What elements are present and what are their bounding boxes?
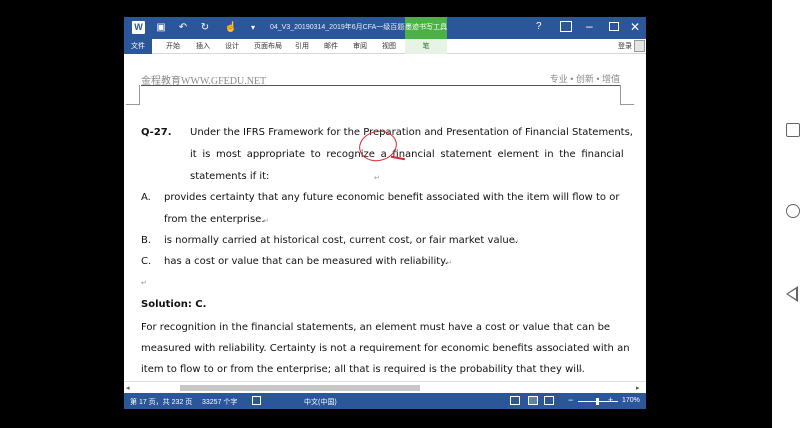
- help-icon[interactable]: ?: [536, 21, 542, 32]
- tab-layout[interactable]: 页面布局: [254, 41, 282, 51]
- return-mark: ↵: [513, 239, 519, 246]
- question-text-line-2: it is most appropriate to recognize a fi…: [190, 149, 624, 160]
- option-a-line-2: from the enterprise.: [164, 214, 265, 225]
- document-title: 04_V3_20190314_2019年6月CFA一级百题班...: [270, 24, 418, 31]
- ribbon-tabs: 文件 开始 插入 设计 页面布局 引用 邮件 审阅 视图 笔 登录: [124, 39, 646, 54]
- scroll-right-icon[interactable]: ▸: [636, 384, 640, 392]
- question-text-line-1: Under the IFRS Framework for the Prepara…: [190, 127, 633, 138]
- zoom-level[interactable]: 170%: [622, 397, 640, 404]
- login-link[interactable]: 登录: [618, 41, 632, 51]
- tab-design[interactable]: 设计: [225, 41, 239, 51]
- return-mark: ↵: [446, 260, 452, 267]
- touch-mode-icon[interactable]: ☝: [224, 21, 238, 35]
- tab-view[interactable]: 视图: [382, 41, 396, 51]
- ribbon-display-options-icon[interactable]: [560, 21, 572, 32]
- phone-navigation-bar: [772, 0, 800, 428]
- tab-file[interactable]: 文件: [124, 39, 152, 54]
- customize-toolbar-icon[interactable]: ▾: [246, 21, 260, 35]
- redo-icon[interactable]: ↻: [198, 21, 212, 35]
- status-bar: 第 17 页，共 232 页 33257 个字 中文(中国) − + 170%: [124, 393, 646, 409]
- page-count[interactable]: 第 17 页，共 232 页: [130, 397, 192, 407]
- margin-mark-top-right: [620, 85, 634, 105]
- context-tab-title: 墨迹书写工具: [405, 17, 447, 39]
- solution-label: Solution: C.: [141, 299, 207, 310]
- header-rule: [141, 85, 620, 86]
- read-mode-icon[interactable]: [510, 396, 520, 405]
- tab-references[interactable]: 引用: [295, 41, 309, 51]
- close-icon[interactable]: ✕: [630, 20, 640, 34]
- option-c-line-1: has a cost or value that can be measured…: [164, 256, 448, 267]
- zoom-in-icon[interactable]: +: [608, 395, 613, 405]
- option-a-line-1: provides certainty that any future econo…: [164, 192, 620, 203]
- zoom-out-icon[interactable]: −: [568, 395, 573, 405]
- return-mark: ↵: [577, 368, 583, 375]
- solution-line-2: measured with reliability. Certainty is …: [141, 343, 630, 354]
- zoom-slider-thumb[interactable]: [596, 398, 599, 405]
- solution-line-1: For recognition in the financial stateme…: [141, 322, 611, 333]
- recent-apps-icon[interactable]: [786, 123, 800, 137]
- return-mark: ↵: [374, 175, 380, 182]
- tab-home[interactable]: 开始: [166, 41, 180, 51]
- home-icon[interactable]: [786, 204, 800, 218]
- margin-mark-top-left: [126, 85, 140, 105]
- scroll-left-icon[interactable]: ◂: [126, 384, 130, 392]
- title-bar: W ▣ ↶ ↻ ☝ ▾ 04_V3_20190314_2019年6月CFA一级百…: [124, 17, 646, 39]
- tab-mailings[interactable]: 邮件: [324, 41, 338, 51]
- user-avatar[interactable]: [634, 40, 645, 52]
- undo-icon[interactable]: ↶: [176, 21, 190, 35]
- word-app-icon[interactable]: W: [132, 21, 145, 34]
- option-a-letter: A.: [141, 192, 151, 203]
- tab-pen[interactable]: 笔: [405, 39, 447, 54]
- save-icon[interactable]: ▣: [154, 21, 168, 35]
- option-b-line-1: is normally carried at historical cost, …: [164, 235, 519, 246]
- return-mark: ↵: [141, 280, 147, 287]
- solution-line-3: item to flow to or from the enterprise; …: [141, 364, 585, 375]
- print-layout-icon[interactable]: [528, 396, 538, 405]
- tab-review[interactable]: 审阅: [353, 41, 367, 51]
- horizontal-scrollbar[interactable]: ◂ ▸: [124, 381, 646, 393]
- document-page[interactable]: 金程教育WWW.GFEDU.NET 专业 • 创新 • 增值 Q-27. Und…: [124, 54, 646, 392]
- maximize-icon[interactable]: [609, 22, 619, 31]
- language[interactable]: 中文(中国): [304, 397, 337, 407]
- question-number: Q-27.: [141, 127, 172, 138]
- minimize-icon[interactable]: –: [586, 19, 593, 33]
- option-c-letter: C.: [141, 256, 152, 267]
- page-header-right: 专业 • 创新 • 增值: [549, 74, 620, 84]
- web-layout-icon[interactable]: [544, 396, 554, 405]
- word-window: W ▣ ↶ ↻ ☝ ▾ 04_V3_20190314_2019年6月CFA一级百…: [124, 17, 646, 409]
- scroll-thumb[interactable]: [180, 385, 420, 391]
- tab-insert[interactable]: 插入: [196, 41, 210, 51]
- option-b-letter: B.: [141, 235, 152, 246]
- word-count[interactable]: 33257 个字: [202, 397, 237, 407]
- proofing-icon[interactable]: [252, 396, 261, 405]
- back-icon-inner: [788, 289, 796, 299]
- return-mark: ↵: [263, 218, 269, 225]
- question-text-line-3: statements if it:: [190, 171, 270, 182]
